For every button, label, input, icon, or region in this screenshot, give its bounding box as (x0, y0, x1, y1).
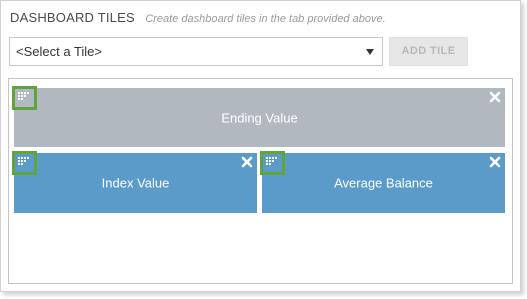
tile-area: Ending Value Index Value Average Balance (8, 78, 513, 284)
tile-select[interactable]: <Select a Tile> (9, 37, 383, 66)
panel-description: Create dashboard tiles in the tab provid… (145, 13, 386, 25)
tile-ending-value: Ending Value (12, 86, 505, 147)
drag-grip-graphic (18, 92, 29, 100)
panel-title: DASHBOARD TILES (10, 10, 135, 25)
tile-index-value: Index Value (12, 151, 257, 213)
close-icon[interactable] (488, 90, 502, 104)
chevron-down-icon (366, 49, 374, 55)
drag-handle-icon[interactable] (12, 151, 37, 175)
tile-select-value: <Select a Tile> (16, 44, 102, 59)
dashboard-tiles-panel: DASHBOARD TILES Create dashboard tiles i… (0, 0, 521, 292)
drag-handle-icon[interactable] (12, 86, 37, 110)
drag-handle-icon[interactable] (260, 151, 285, 175)
tile-label: Average Balance (334, 175, 433, 191)
tile-label: Index Value (101, 175, 170, 191)
close-icon[interactable] (488, 155, 502, 169)
drag-grip-graphic (18, 157, 29, 165)
tile-label: Ending Value (221, 110, 298, 125)
drag-grip-graphic (266, 157, 277, 165)
add-tile-button[interactable]: ADD TILE (389, 37, 468, 66)
tile-average-balance: Average Balance (260, 151, 505, 213)
close-icon[interactable] (240, 155, 254, 169)
panel-header: DASHBOARD TILES Create dashboard tiles i… (10, 9, 386, 27)
